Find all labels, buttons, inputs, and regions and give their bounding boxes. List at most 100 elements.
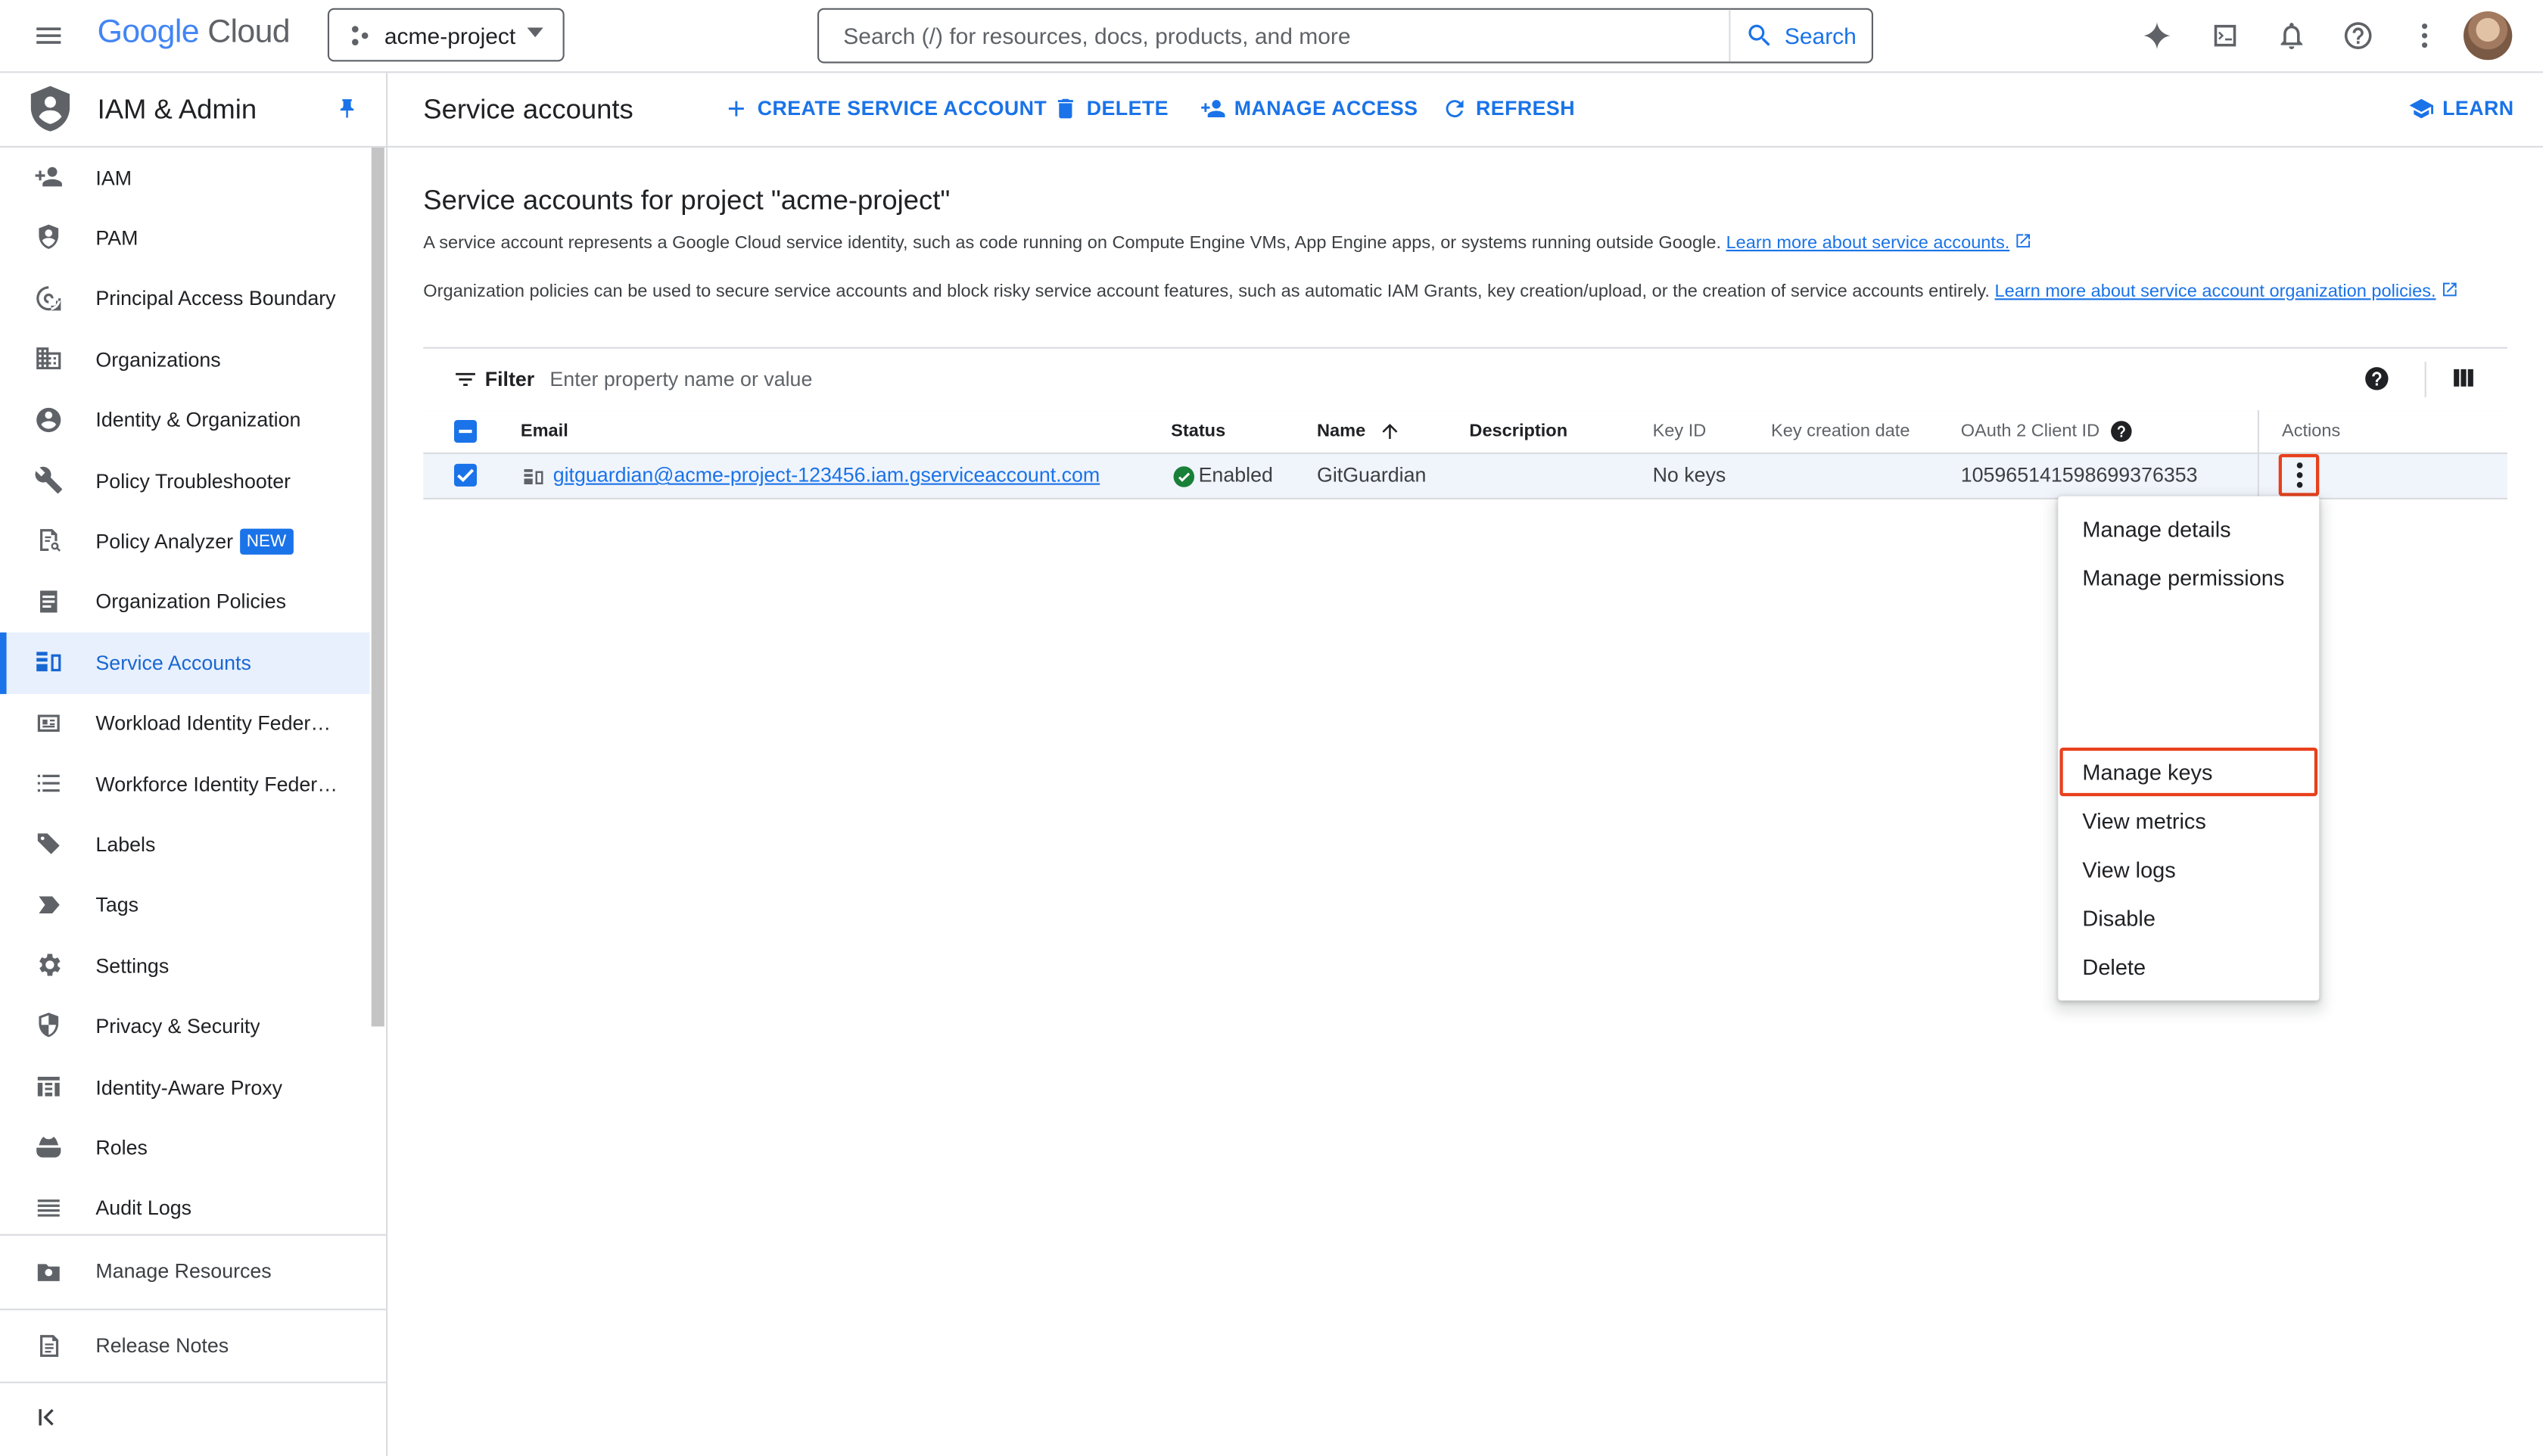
learn-button[interactable]: LEARN bbox=[2408, 95, 2513, 121]
table-row[interactable]: gitguardian@acme-project-123456.iam.gser… bbox=[423, 454, 2507, 499]
filter-input[interactable]: Enter property name or value bbox=[549, 368, 812, 390]
sidebar-item-tags[interactable]: Tags bbox=[0, 875, 370, 935]
row-actions-button-highlight[interactable] bbox=[2278, 454, 2320, 496]
sidebar-item-label: IAM bbox=[95, 166, 132, 190]
sidebar-item-roles[interactable]: Roles bbox=[0, 1118, 370, 1178]
cloud-shell-icon[interactable] bbox=[2209, 20, 2242, 52]
create-service-account-button[interactable]: CREATE SERVICE ACCOUNT bbox=[724, 95, 1047, 121]
learn-more-service-accounts-link[interactable]: Learn more about service accounts. bbox=[1726, 234, 2010, 254]
sidebar-item-audit-logs[interactable]: Audit Logs bbox=[0, 1178, 370, 1239]
menu-item-view-metrics[interactable]: View metrics bbox=[2082, 809, 2205, 833]
help-circle-icon[interactable] bbox=[2110, 420, 2133, 443]
sidebar-item-label: Tags bbox=[95, 894, 139, 917]
filter-icon bbox=[456, 372, 475, 386]
sidebar-item-settings[interactable]: Settings bbox=[0, 936, 370, 997]
sidebar-item-organizations[interactable]: Organizations bbox=[0, 329, 370, 390]
check-circle-icon bbox=[1173, 466, 1195, 487]
logo-cloud-text: Cloud bbox=[207, 14, 291, 51]
column-header-key-id: Key ID bbox=[1652, 422, 1707, 441]
search-bar[interactable]: Search (/) for resources, docs, products… bbox=[817, 8, 1873, 64]
menu-item-manage-details[interactable]: Manage details bbox=[2082, 518, 2230, 542]
service-account-name: GitGuardian bbox=[1317, 463, 1427, 487]
sidebar-item-workforce-identity-federa[interactable]: Workforce Identity Federa… bbox=[0, 754, 370, 814]
audit-icon bbox=[37, 1199, 60, 1216]
new-badge: NEW bbox=[240, 528, 293, 555]
list-icon bbox=[37, 774, 60, 792]
service-account-icon bbox=[36, 652, 61, 672]
collapse-nav-icon[interactable] bbox=[36, 1406, 58, 1429]
sidebar-item-labels[interactable]: Labels bbox=[0, 814, 370, 875]
search-button[interactable]: Search bbox=[1729, 9, 1872, 62]
menu-item-manage-permissions[interactable]: Manage permissions bbox=[2082, 566, 2284, 590]
privacy-shield-icon bbox=[39, 1013, 59, 1038]
organizations-icon bbox=[36, 347, 61, 370]
tag-icon bbox=[39, 895, 60, 913]
refresh-button[interactable]: REFRESH bbox=[1442, 95, 1575, 121]
help-question-icon[interactable] bbox=[2342, 20, 2374, 52]
sidebar-item-identity-aware-proxy[interactable]: Identity-Aware Proxy bbox=[0, 1057, 370, 1118]
column-header-oauth-client-id: OAuth 2 Client ID bbox=[1960, 422, 2100, 441]
iam-shield-icon bbox=[30, 86, 70, 132]
project-selector[interactable]: acme-project bbox=[327, 8, 565, 62]
column-header-actions: Actions bbox=[2282, 422, 2341, 441]
sidebar-item-service-accounts[interactable]: Service Accounts bbox=[0, 632, 370, 694]
help-circle-icon[interactable] bbox=[2363, 365, 2390, 392]
column-header-description[interactable]: Description bbox=[1469, 422, 1567, 441]
sidebar-scrollbar[interactable] bbox=[371, 148, 384, 1027]
column-header-email[interactable]: Email bbox=[521, 422, 568, 441]
sidebar-item-label: Service Accounts bbox=[95, 652, 251, 675]
sidebar-item-manage-resources[interactable]: Manage Resources bbox=[0, 1234, 386, 1309]
service-account-email-link[interactable]: gitguardian@acme-project-123456.iam.gser… bbox=[553, 464, 1100, 487]
more-vert-icon[interactable] bbox=[2408, 20, 2441, 52]
delete-label: DELETE bbox=[1086, 97, 1169, 120]
column-display-icon[interactable] bbox=[2451, 365, 2476, 390]
select-all-checkbox[interactable] bbox=[454, 420, 477, 443]
sidebar-item-privacy-security[interactable]: Privacy & Security bbox=[0, 997, 370, 1057]
status-enabled: Enabled bbox=[1198, 463, 1273, 487]
menu-item-disable[interactable]: Disable bbox=[2082, 907, 2155, 931]
gemini-sparkle-icon[interactable] bbox=[2141, 20, 2174, 52]
column-header-status[interactable]: Status bbox=[1171, 422, 1225, 441]
sidebar-item-label: Policy Analyzer bbox=[95, 530, 234, 553]
learn-more-org-policies-link[interactable]: Learn more about service account organiz… bbox=[1995, 282, 2436, 302]
search-input[interactable]: Search (/) for resources, docs, products… bbox=[843, 23, 1350, 48]
column-header-name[interactable]: Name bbox=[1317, 422, 1365, 441]
delete-button[interactable]: DELETE bbox=[1053, 95, 1169, 121]
hamburger-menu-icon[interactable] bbox=[33, 20, 65, 52]
sidebar-item-label: Roles bbox=[95, 1137, 148, 1160]
menu-item-delete[interactable]: Delete bbox=[2082, 955, 2146, 979]
row-checkbox[interactable] bbox=[454, 463, 477, 487]
actions-column-divider bbox=[2257, 410, 2259, 498]
search-button-label: Search bbox=[1784, 23, 1857, 49]
badge-icon bbox=[37, 714, 60, 731]
menu-item-view-logs[interactable]: View logs bbox=[2082, 858, 2175, 882]
table-header: Email Status Name Description Key ID Key… bbox=[423, 410, 2507, 454]
notifications-bell-icon[interactable] bbox=[2275, 20, 2308, 52]
boundary-icon bbox=[36, 285, 61, 310]
sidebar-item-pam[interactable]: PAM bbox=[0, 208, 370, 269]
sidebar-item-policy-troubleshooter[interactable]: Policy Troubleshooter bbox=[0, 451, 370, 512]
shield-icon bbox=[39, 225, 59, 250]
menu-item-manage-keys[interactable]: Manage keys bbox=[2082, 761, 2212, 785]
gear-icon bbox=[39, 954, 61, 976]
sidebar-item-organization-policies[interactable]: Organization Policies bbox=[0, 572, 370, 633]
sidebar-item-identity-organization[interactable]: Identity & Organization bbox=[0, 390, 370, 450]
sidebar-item-principal-access-boundary[interactable]: Principal Access Boundary bbox=[0, 269, 370, 329]
sidebar-item-iam[interactable]: IAM bbox=[0, 148, 370, 208]
sort-ascending-icon[interactable] bbox=[1378, 420, 1401, 443]
sidebar-item-label: Organization Policies bbox=[95, 590, 287, 614]
user-avatar[interactable] bbox=[2464, 11, 2513, 61]
pin-icon[interactable] bbox=[336, 95, 359, 121]
wrench-icon bbox=[35, 466, 62, 493]
person-add-icon bbox=[1201, 100, 1225, 117]
action-bar: Service accounts CREATE SERVICE ACCOUNT … bbox=[388, 73, 2543, 148]
person-add-icon bbox=[35, 166, 62, 187]
search-icon bbox=[1749, 24, 1771, 46]
page-heading: Service accounts for project "acme-proje… bbox=[423, 185, 951, 216]
google-cloud-logo[interactable]: Google Cloud bbox=[98, 14, 291, 51]
caret-down-icon bbox=[527, 27, 543, 38]
manage-access-button[interactable]: MANAGE ACCESS bbox=[1200, 95, 1418, 121]
sidebar-item-release-notes[interactable]: Release Notes bbox=[0, 1308, 386, 1383]
sidebar-item-policy-analyzer[interactable]: Policy Analyzer NEW bbox=[0, 512, 370, 572]
sidebar-item-workload-identity-federat[interactable]: Workload Identity Federat… bbox=[0, 693, 370, 754]
